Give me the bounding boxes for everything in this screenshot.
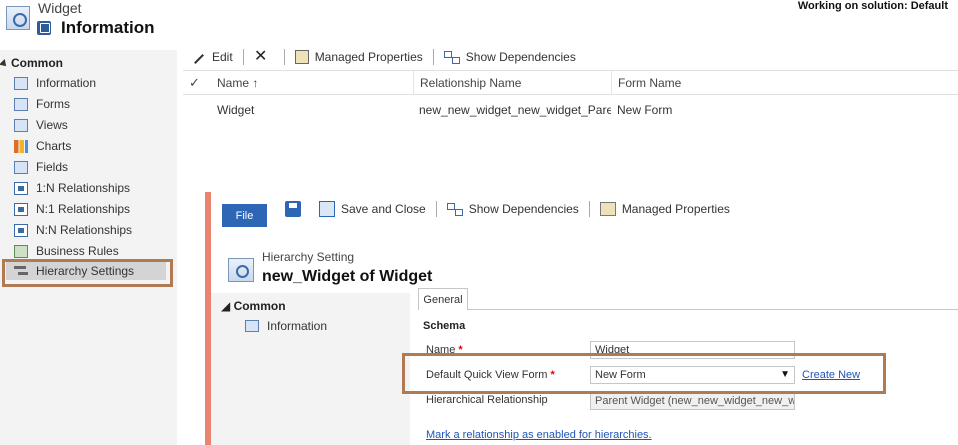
column-header-name[interactable]: Name ↑	[211, 71, 413, 95]
save-button[interactable]	[279, 199, 313, 219]
managed-properties-icon	[294, 50, 309, 64]
hierarchical-relationship-input: Parent Widget (new_new_widget_new_wid	[590, 392, 795, 410]
toolbar-separator	[435, 201, 437, 217]
dialog-ribbon: File Save and Close Show Dependencies Ma…	[211, 192, 958, 228]
charts-icon	[14, 139, 28, 153]
dependencies-icon	[446, 202, 463, 216]
hierarchical-relationship-label: Hierarchical Relationship	[426, 394, 548, 406]
sidebar-item-1n-relationships[interactable]: 1:N Relationships	[14, 179, 169, 197]
pencil-icon	[192, 50, 206, 64]
business-rules-icon	[14, 244, 28, 258]
app-header: Widget Information Working on solution: …	[0, 0, 958, 44]
highlight-box-quick-view-form	[402, 353, 886, 394]
dialog-toolbar: Save and Close Show Dependencies Managed…	[279, 198, 736, 220]
cell-form-name: New Form	[617, 103, 673, 117]
sidebar-section-header[interactable]: Common	[0, 56, 63, 70]
main-toolbar: Edit ✕ Managed Properties Show Dependenc…	[186, 46, 582, 68]
managed-properties-icon	[599, 202, 616, 216]
solution-indicator: Working on solution: Default	[797, 0, 948, 12]
column-header-relationship-name[interactable]: Relationship Name	[413, 71, 611, 95]
edit-button[interactable]: Edit	[186, 47, 239, 67]
dialog-nav: ◢ Common Information	[211, 293, 410, 445]
toolbar-separator	[432, 49, 434, 65]
show-dependencies-button[interactable]: Show Dependencies	[438, 47, 582, 67]
information-icon	[245, 320, 259, 332]
tab-divider	[468, 309, 958, 310]
delete-x-icon: ✕	[253, 48, 268, 65]
cell-relationship-name: new_new_widget_new_widget_Parent...	[419, 103, 611, 117]
highlight-box-hierarchy-settings	[2, 259, 173, 287]
hierarchy-setting-dialog: File Save and Close Show Dependencies Ma…	[205, 192, 958, 445]
mark-relationship-link[interactable]: Mark a relationship as enabled for hiera…	[426, 429, 652, 441]
page-title: Information	[61, 18, 155, 37]
entity-icon	[6, 6, 30, 30]
information-icon	[14, 76, 28, 90]
save-close-icon	[319, 201, 335, 217]
cell-name: Widget	[217, 103, 255, 117]
section-title-schema: Schema	[423, 320, 466, 332]
grid-header: ✓ Name ↑ Relationship Name Form Name	[183, 70, 958, 95]
sidebar: Common Information Forms Views Charts Fi…	[0, 50, 177, 445]
sidebar-item-information[interactable]: Information	[14, 74, 169, 92]
dialog-managed-properties-button[interactable]: Managed Properties	[594, 199, 736, 219]
managed-properties-button[interactable]: Managed Properties	[289, 47, 429, 67]
save-icon	[285, 201, 301, 217]
toolbar-separator	[283, 49, 285, 65]
sidebar-item-charts[interactable]: Charts	[14, 137, 169, 155]
dialog-nav-section[interactable]: ◢ Common	[221, 299, 286, 313]
sidebar-item-forms[interactable]: Forms	[14, 95, 169, 113]
dialog-nav-item-information[interactable]: Information	[245, 319, 327, 333]
collapse-triangle-icon	[0, 59, 9, 69]
dialog-show-dependencies-button[interactable]: Show Dependencies	[441, 199, 585, 219]
dialog-entity-label: Hierarchy Setting	[262, 250, 355, 264]
tab-general[interactable]: General	[418, 288, 468, 310]
column-header-form-name[interactable]: Form Name	[611, 71, 811, 95]
forms-icon	[14, 97, 28, 111]
dependencies-icon	[443, 50, 460, 64]
sidebar-item-business-rules[interactable]: Business Rules	[14, 242, 169, 260]
relationship-icon	[14, 223, 28, 237]
toolbar-separator	[242, 49, 244, 65]
sidebar-item-nn-relationships[interactable]: N:N Relationships	[14, 221, 169, 239]
dialog-title: new_Widget of Widget	[262, 268, 433, 285]
entity-name: Widget	[38, 0, 82, 16]
hierarchy-setting-icon	[228, 258, 254, 282]
delete-button[interactable]: ✕	[248, 47, 280, 67]
collapse-triangle-icon: ◢	[221, 299, 234, 313]
select-all-checkbox[interactable]: ✓	[189, 75, 200, 91]
information-icon	[37, 21, 51, 35]
table-row[interactable]: Widget new_new_widget_new_widget_Parent.…	[183, 96, 958, 124]
file-tab[interactable]: File	[222, 204, 267, 227]
fields-icon	[14, 160, 28, 174]
sidebar-item-views[interactable]: Views	[14, 116, 169, 134]
sidebar-item-n1-relationships[interactable]: N:1 Relationships	[14, 200, 169, 218]
views-icon	[14, 118, 28, 132]
relationship-icon	[14, 202, 28, 216]
toolbar-separator	[588, 201, 590, 217]
relationship-icon	[14, 181, 28, 195]
save-and-close-button[interactable]: Save and Close	[313, 199, 432, 219]
sidebar-item-fields[interactable]: Fields	[14, 158, 169, 176]
